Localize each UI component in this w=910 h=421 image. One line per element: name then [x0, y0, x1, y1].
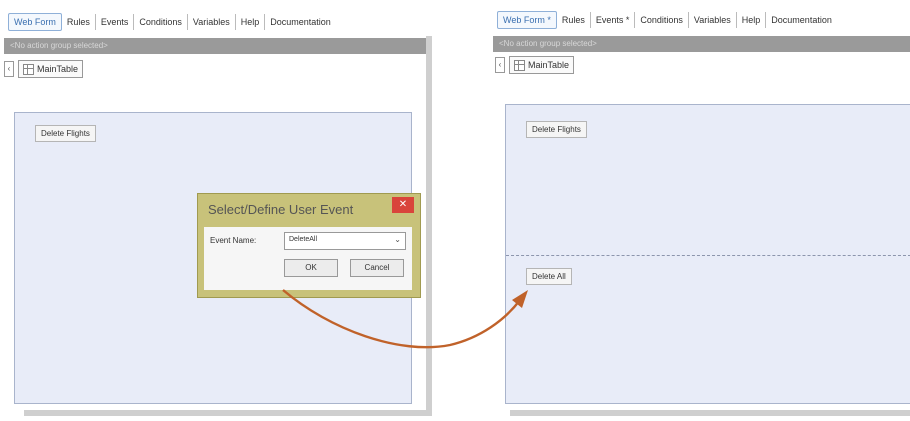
table-icon: [514, 59, 525, 71]
chevron-down-icon: ⌄: [394, 235, 401, 244]
table-icon: [23, 63, 34, 75]
main-table-label: MainTable: [37, 64, 79, 74]
table-toolbar: ‹ MainTable: [495, 54, 575, 76]
event-name-select[interactable]: DeleteAll ⌄: [284, 232, 406, 250]
delete-all-button[interactable]: Delete All: [526, 268, 572, 285]
tab-variables[interactable]: Variables: [188, 14, 236, 30]
form-canvas[interactable]: Delete Flights Delete All: [505, 104, 910, 404]
tab-conditions[interactable]: Conditions: [635, 12, 689, 28]
tab-conditions[interactable]: Conditions: [134, 14, 188, 30]
tab-help[interactable]: Help: [236, 14, 266, 30]
action-group-label: <No action group selected>: [499, 39, 597, 48]
tab-events[interactable]: Events *: [591, 12, 636, 28]
tab-variables[interactable]: Variables: [689, 12, 737, 28]
main-table-label: MainTable: [528, 60, 570, 70]
tab-rules[interactable]: Rules: [62, 14, 96, 30]
user-event-dialog: Select/Define User Event ✕ Event Name: D…: [197, 193, 421, 298]
panel-shadow: [426, 36, 432, 412]
collapse-icon[interactable]: ‹: [495, 57, 505, 73]
main-table-selector[interactable]: MainTable: [509, 56, 575, 74]
right-designer-panel: Web Form * Rules Events * Conditions Var…: [493, 6, 910, 412]
dialog-title: Select/Define User Event: [208, 202, 354, 217]
collapse-icon[interactable]: ‹: [4, 61, 14, 77]
tab-web-form[interactable]: Web Form *: [497, 11, 557, 29]
dialog-body: Event Name: DeleteAll ⌄ OK Cancel: [204, 227, 412, 290]
action-group-bar[interactable]: <No action group selected>: [4, 38, 432, 54]
main-table-selector[interactable]: MainTable: [18, 60, 84, 78]
action-group-bar[interactable]: <No action group selected>: [493, 36, 910, 52]
close-icon[interactable]: ✕: [392, 197, 414, 213]
event-name-value: DeleteAll: [289, 236, 318, 243]
tab-documentation[interactable]: Documentation: [766, 12, 837, 28]
panel-shadow-bottom: [510, 410, 910, 416]
tab-documentation[interactable]: Documentation: [265, 14, 336, 30]
delete-flights-button[interactable]: Delete Flights: [526, 121, 587, 138]
delete-flights-button[interactable]: Delete Flights: [35, 125, 96, 142]
right-tab-bar: Web Form * Rules Events * Conditions Var…: [493, 6, 910, 34]
left-tab-bar: Web Form Rules Events Conditions Variabl…: [4, 8, 432, 36]
cancel-button[interactable]: Cancel: [350, 259, 404, 277]
ok-button[interactable]: OK: [284, 259, 338, 277]
event-name-label: Event Name:: [210, 236, 257, 245]
tab-help[interactable]: Help: [737, 12, 767, 28]
table-toolbar: ‹ MainTable: [4, 58, 84, 80]
tab-events[interactable]: Events: [96, 14, 135, 30]
tab-rules[interactable]: Rules: [557, 12, 591, 28]
table-row-divider: [506, 255, 910, 256]
panel-shadow-bottom: [24, 410, 432, 416]
tab-web-form[interactable]: Web Form: [8, 13, 62, 31]
action-group-label: <No action group selected>: [10, 41, 108, 50]
